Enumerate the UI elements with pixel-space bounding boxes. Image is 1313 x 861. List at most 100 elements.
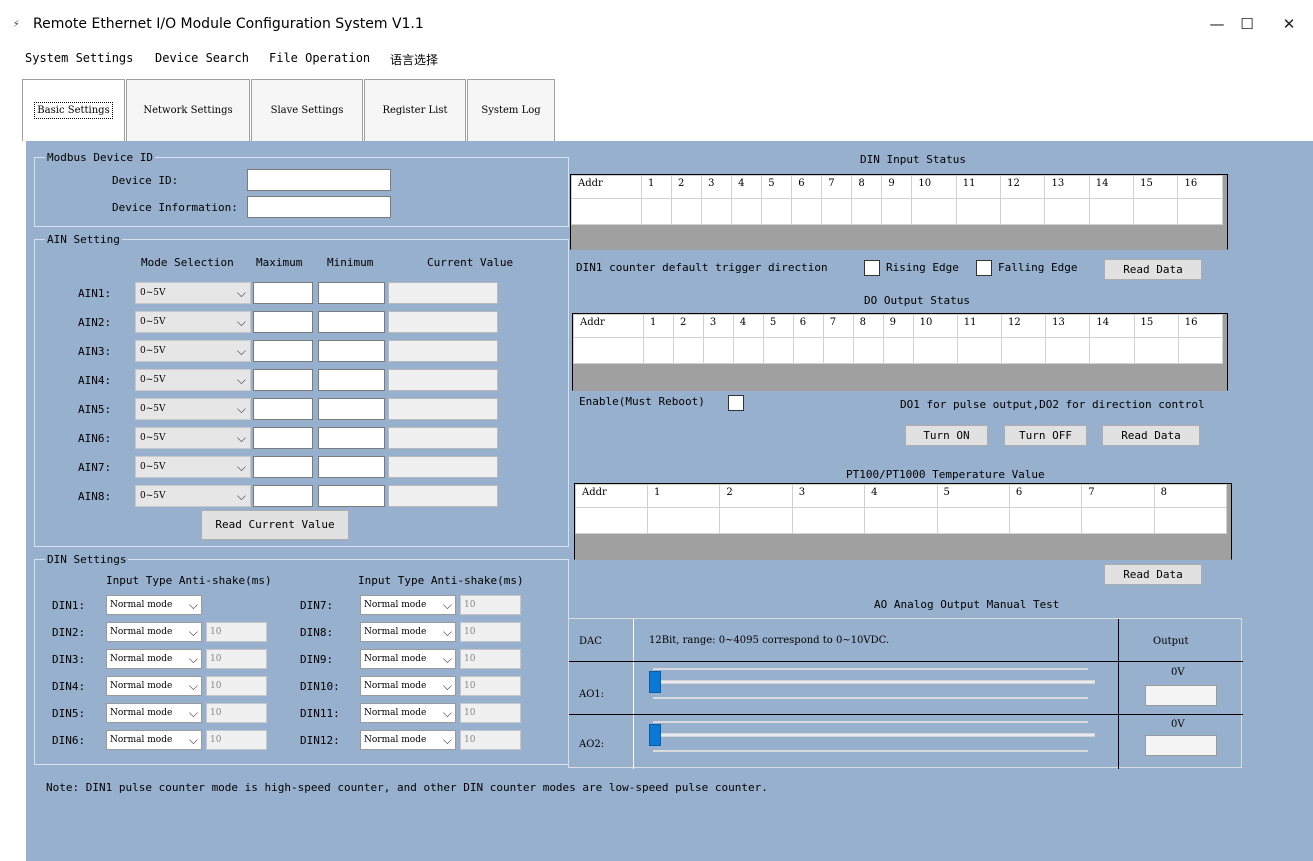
- menu-language[interactable]: 语言选择: [390, 51, 438, 68]
- ain8-min-input[interactable]: [318, 485, 385, 507]
- din-read-data-button[interactable]: Read Data: [1104, 259, 1202, 280]
- din_status-header-15: 15: [1133, 175, 1179, 199]
- din10-mode-select[interactable]: Normal mode ⌵: [360, 676, 456, 696]
- device-info-input[interactable]: [247, 196, 391, 218]
- maximize-button[interactable]: ☐: [1234, 12, 1260, 36]
- ain1-max-input[interactable]: [253, 282, 313, 304]
- ain7-mode-value: 0~5V: [140, 462, 166, 472]
- din4-antishake-input[interactable]: 10: [206, 676, 267, 696]
- din9-antishake-input[interactable]: 10: [460, 649, 521, 669]
- ain5-mode-select[interactable]: 0~5V ⌵: [135, 398, 251, 420]
- din12-mode-select[interactable]: Normal mode ⌵: [360, 730, 456, 750]
- ain7-mode-select[interactable]: 0~5V ⌵: [135, 456, 251, 478]
- din6-mode-select[interactable]: Normal mode ⌵: [106, 730, 202, 750]
- ao2-tick-bottom: [653, 750, 1088, 752]
- din2-mode-select[interactable]: Normal mode ⌵: [106, 622, 202, 642]
- do-read-data-button[interactable]: Read Data: [1102, 425, 1200, 446]
- ain5-min-input[interactable]: [318, 398, 385, 420]
- turn-on-button[interactable]: Turn ON: [905, 425, 988, 446]
- ao2-slider-track[interactable]: [649, 733, 1095, 737]
- ain2-mode-select[interactable]: 0~5V ⌵: [135, 311, 251, 333]
- din4-mode-select[interactable]: Normal mode ⌵: [106, 676, 202, 696]
- menu-file-operation[interactable]: File Operation: [269, 51, 370, 65]
- ain2-min-input[interactable]: [318, 311, 385, 333]
- din_status-cell-15: [1133, 198, 1179, 225]
- chevron-down-icon: ⌵: [442, 679, 452, 693]
- din-right-1-label: DIN7:: [300, 599, 334, 612]
- rising-edge-checkbox[interactable]: [864, 260, 880, 276]
- ain3-max-input[interactable]: [253, 340, 313, 362]
- chevron-down-icon: ⌵: [236, 373, 246, 387]
- din6-antishake-input[interactable]: 10: [206, 730, 267, 750]
- ain1-mode-select[interactable]: 0~5V ⌵: [135, 282, 251, 304]
- din7-antishake-input[interactable]: 10: [460, 595, 521, 615]
- rising-edge-label: Rising Edge: [886, 261, 959, 274]
- do_status-cell-0: [573, 337, 644, 364]
- ain6-mode-select[interactable]: 0~5V ⌵: [135, 427, 251, 449]
- ain-header-current: Current Value: [427, 256, 514, 269]
- do_status-cell-1: [643, 337, 674, 364]
- ain3-min-input[interactable]: [318, 340, 385, 362]
- ain5-max-input[interactable]: [253, 398, 313, 420]
- din_status-header-2: 2: [671, 175, 703, 199]
- din9-mode-select[interactable]: Normal mode ⌵: [360, 649, 456, 669]
- ao1-slider-track[interactable]: [649, 680, 1095, 684]
- ain6-min-input[interactable]: [318, 427, 385, 449]
- ain3-mode-value: 0~5V: [140, 346, 166, 356]
- turn-off-button[interactable]: Turn OFF: [1004, 425, 1087, 446]
- din1-mode-select[interactable]: Normal mode ⌵: [106, 595, 202, 615]
- ain4-mode-select[interactable]: 0~5V ⌵: [135, 369, 251, 391]
- ain4-min-input[interactable]: [318, 369, 385, 391]
- footer-note: Note: DIN1 pulse counter mode is high-sp…: [46, 781, 768, 794]
- din8-mode-select[interactable]: Normal mode ⌵: [360, 622, 456, 642]
- ain4-max-input[interactable]: [253, 369, 313, 391]
- din3-antishake-input[interactable]: 10: [206, 649, 267, 669]
- din12-antishake-input[interactable]: 10: [460, 730, 521, 750]
- modbus-group: Modbus Device ID Device ID: Device Infor…: [34, 151, 569, 227]
- ao1-slider-thumb[interactable]: [649, 671, 661, 693]
- ain3-mode-select[interactable]: 0~5V ⌵: [135, 340, 251, 362]
- minimize-button[interactable]: —: [1204, 12, 1230, 36]
- tab-register-list[interactable]: Register List: [364, 79, 466, 141]
- menu-system-settings[interactable]: System Settings: [25, 51, 133, 65]
- din5-mode-select[interactable]: Normal mode ⌵: [106, 703, 202, 723]
- falling-edge-checkbox[interactable]: [976, 260, 992, 276]
- close-button[interactable]: ✕: [1276, 12, 1302, 36]
- pt-header-7: 7: [1081, 484, 1155, 508]
- din11-antishake-input[interactable]: 10: [460, 703, 521, 723]
- din10-antishake-input[interactable]: 10: [460, 676, 521, 696]
- din-right-6-label: DIN12:: [300, 734, 340, 747]
- do_status-header-3: 3: [702, 314, 734, 338]
- din_status-header-11: 11: [955, 175, 1002, 199]
- ain1-min-input[interactable]: [318, 282, 385, 304]
- title-bar: ⚡ Remote Ethernet I/O Module Configurati…: [0, 0, 1313, 46]
- menu-device-search[interactable]: Device Search: [155, 51, 249, 65]
- ain7-max-input[interactable]: [253, 456, 313, 478]
- ain6-max-input[interactable]: [253, 427, 313, 449]
- din7-mode-select[interactable]: Normal mode ⌵: [360, 595, 456, 615]
- din2-antishake-input[interactable]: 10: [206, 622, 267, 642]
- tab-slave-settings[interactable]: Slave Settings: [251, 79, 363, 141]
- ao2-output-field[interactable]: [1145, 735, 1217, 756]
- tab-system-log[interactable]: System Log: [467, 79, 555, 141]
- ain4-mode-value: 0~5V: [140, 375, 166, 385]
- pt-header-8: 8: [1153, 484, 1228, 508]
- ao1-output-field[interactable]: [1145, 685, 1217, 706]
- din3-mode-select[interactable]: Normal mode ⌵: [106, 649, 202, 669]
- ain2-max-input[interactable]: [253, 311, 313, 333]
- ain8-mode-select[interactable]: 0~5V ⌵: [135, 485, 251, 507]
- ain-group-title: AIN Setting: [45, 233, 122, 246]
- ao2-slider-thumb[interactable]: [649, 724, 661, 746]
- ain7-min-input[interactable]: [318, 456, 385, 478]
- pt-header-3: 3: [791, 484, 866, 508]
- tab-network-settings[interactable]: Network Settings: [126, 79, 250, 141]
- enable-checkbox[interactable]: [728, 395, 744, 411]
- din8-antishake-input[interactable]: 10: [460, 622, 521, 642]
- read-current-value-button[interactable]: Read Current Value: [201, 510, 349, 540]
- tab-basic-settings[interactable]: Basic Settings: [22, 79, 125, 141]
- din11-mode-select[interactable]: Normal mode ⌵: [360, 703, 456, 723]
- pt-read-data-button[interactable]: Read Data: [1104, 564, 1202, 585]
- ain8-max-input[interactable]: [253, 485, 313, 507]
- device-id-input[interactable]: [247, 169, 391, 191]
- din5-antishake-input[interactable]: 10: [206, 703, 267, 723]
